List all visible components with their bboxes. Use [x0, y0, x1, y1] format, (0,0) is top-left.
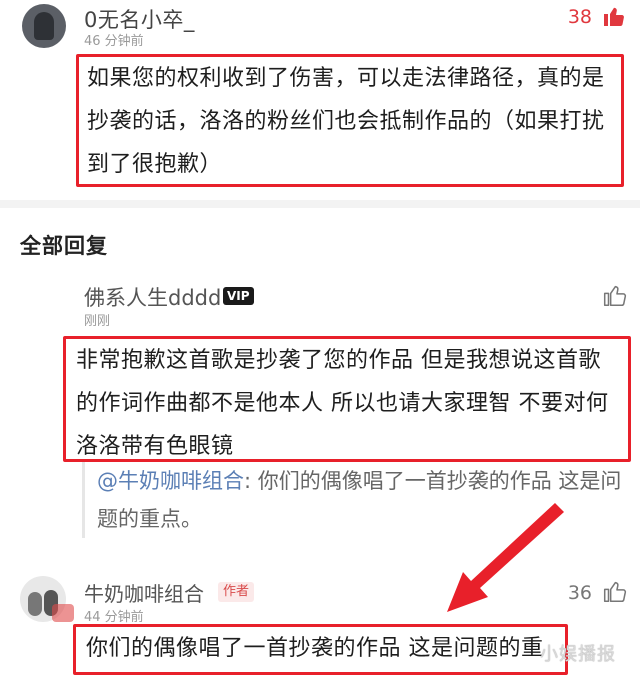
watermark: 小娱播报: [540, 644, 616, 665]
comment-text-highlighted: 如果您的权利收到了伤害，可以走法律路径，真的是抄袭的话，洛洛的粉丝们也会抵制作品…: [76, 54, 624, 187]
vip-badge: VIP: [223, 287, 254, 305]
reply-time: 44 分钟前: [84, 610, 144, 625]
mention-link[interactable]: @牛奶咖啡组合: [97, 469, 244, 493]
avatar-badge: [52, 604, 74, 622]
thumbs-up-icon[interactable]: [602, 282, 628, 308]
reply-text-highlighted: 非常抱歉这首歌是抄袭了您的作品 但是我想说这首歌的作词作曲都不是他本人 所以也请…: [63, 336, 631, 462]
like-count: 38: [567, 6, 592, 28]
thumbs-up-icon[interactable]: [602, 4, 626, 28]
reply-username[interactable]: 佛系人生dddd: [84, 282, 221, 312]
section-divider: [0, 200, 640, 208]
reply-username[interactable]: 牛奶咖啡组合: [84, 578, 204, 607]
avatar[interactable]: [22, 4, 66, 48]
quoted-reply: @牛奶咖啡组合: 你们的偶像唱了一首抄袭的作品 这是问题的重点。: [82, 462, 627, 538]
like-count: 36: [567, 582, 592, 604]
reply-time: 刚刚: [84, 314, 111, 329]
section-title: 全部回复: [20, 234, 108, 258]
reply-text-highlighted: 你们的偶像唱了一首抄袭的作品 这是问题的重点。: [73, 624, 568, 675]
comment-thread: 0无名小卒_ 46 分钟前 38 如果您的权利收到了伤害，可以走法律路径，真的是…: [0, 0, 640, 675]
author-badge: 作者: [218, 582, 255, 602]
thumbs-up-icon[interactable]: [602, 578, 628, 604]
comment-time: 46 分钟前: [84, 34, 144, 49]
